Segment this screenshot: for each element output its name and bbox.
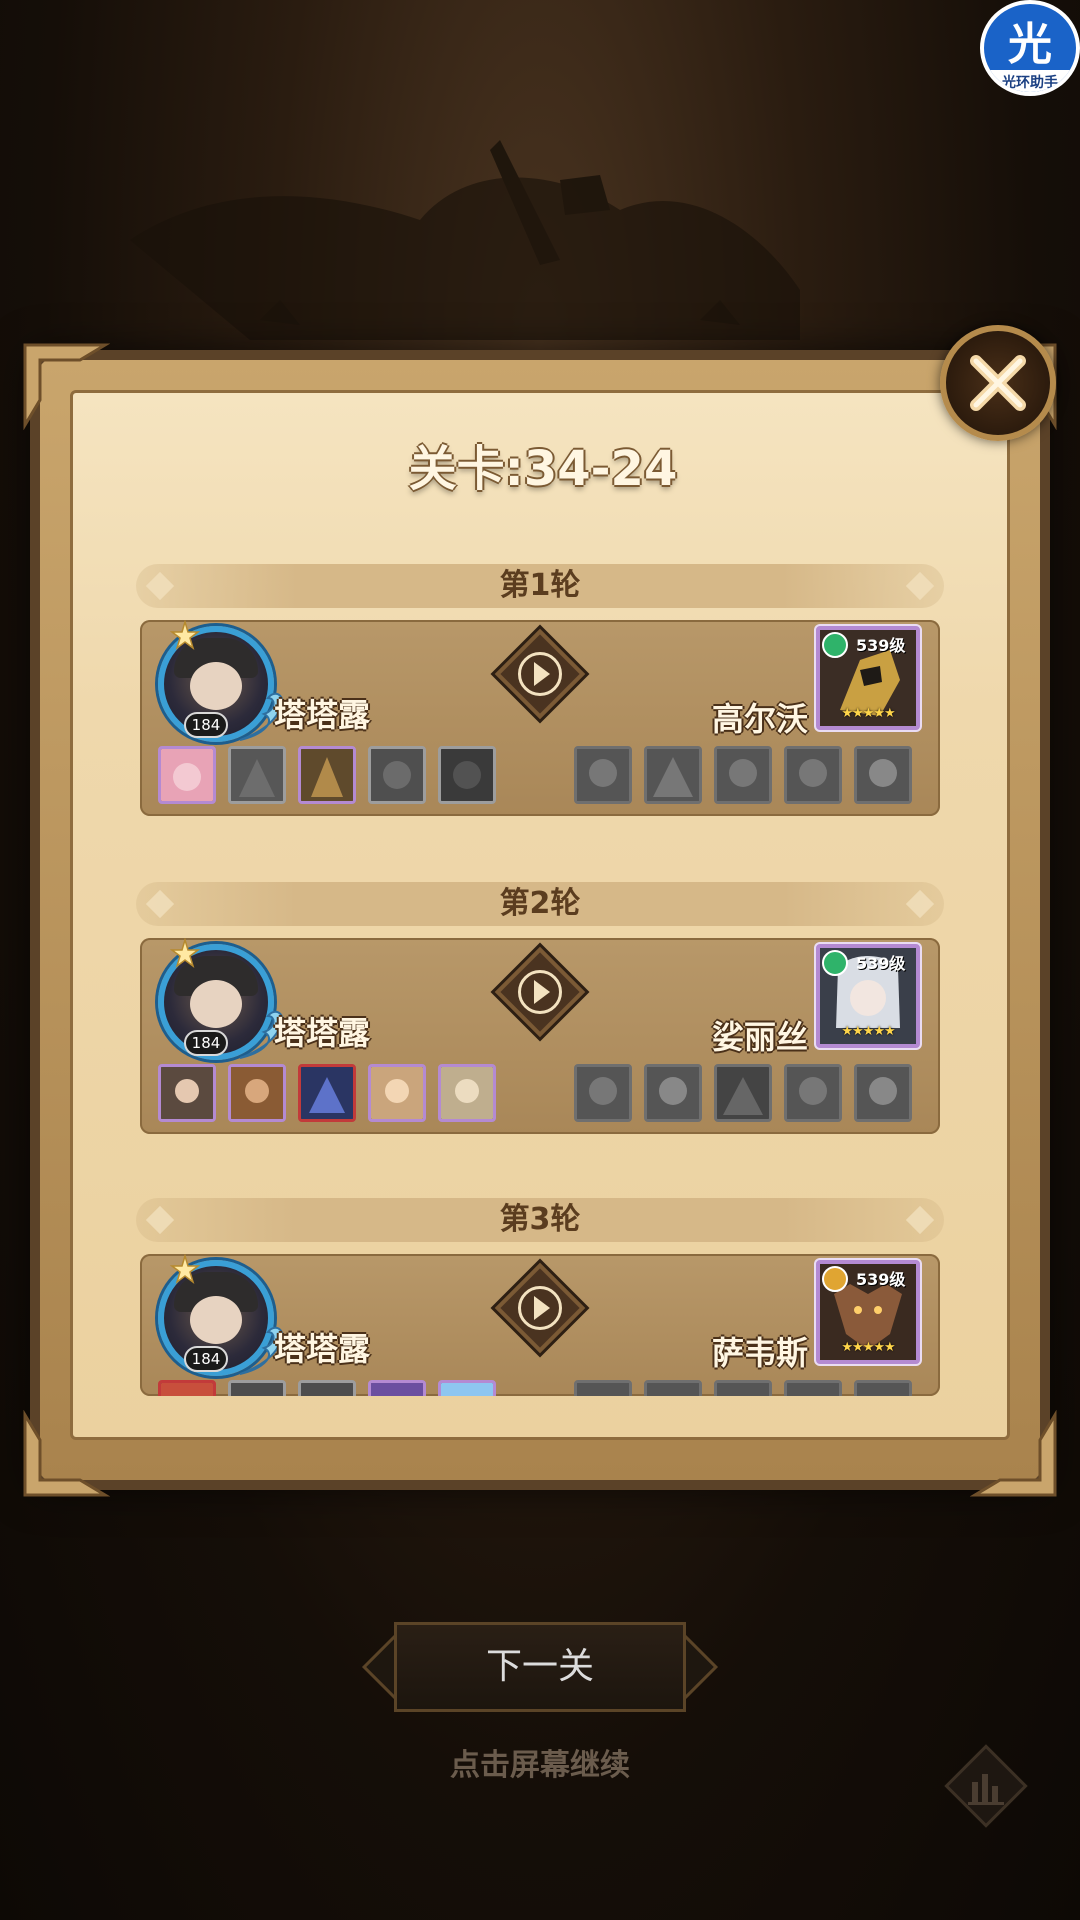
enemy-hero-1[interactable] — [574, 746, 632, 804]
play-icon — [534, 980, 550, 1004]
enemy-hero-3[interactable] — [714, 1380, 772, 1396]
next-stage-button[interactable]: 下一关 — [361, 1622, 719, 1712]
star-icon — [170, 938, 200, 968]
enemy-hero-5[interactable] — [854, 1380, 912, 1396]
corner-ornament-top-left — [20, 340, 111, 431]
stage-title: 关卡:34-24 — [408, 441, 678, 497]
close-icon — [970, 355, 1026, 411]
faction-badge-icon — [822, 632, 848, 658]
star-icon — [170, 620, 200, 650]
boss-stars: ★★★★★ — [841, 1024, 895, 1039]
next-stage-label: 下一关 — [485, 1646, 594, 1687]
player-hero-5[interactable] — [438, 1380, 496, 1396]
tap-to-continue-hint[interactable]: 点击屏幕继续 — [0, 1740, 1080, 1784]
player-hero-1[interactable] — [158, 1064, 216, 1122]
enemy-hero-3[interactable] — [714, 746, 772, 804]
stats-icon[interactable] — [938, 1738, 1034, 1834]
corner-ornament-bottom-right — [969, 1409, 1060, 1500]
watermark-text: 光环助手 — [984, 70, 1076, 92]
faction-badge-icon — [822, 1266, 848, 1292]
round-3-header: 第3轮 — [136, 1198, 944, 1242]
enemy-hero-4[interactable] — [784, 1380, 842, 1396]
round-3-label: 第3轮 — [499, 1202, 581, 1237]
faction-badge-icon — [822, 950, 848, 976]
enemy-hero-4[interactable] — [784, 1064, 842, 1122]
player-name: 塔塔露 — [274, 1330, 371, 1368]
play-icon — [534, 662, 550, 686]
boss-portrait[interactable]: 539级 ★★★★★ — [816, 626, 920, 730]
player-hero-4[interactable] — [368, 1064, 426, 1122]
round-1-header: 第1轮 — [136, 564, 944, 608]
round-1-label: 第1轮 — [499, 568, 581, 603]
enemy-hero-2[interactable] — [644, 1064, 702, 1122]
player-hero-3[interactable] — [298, 746, 356, 804]
boss-level: 539级 — [856, 954, 906, 973]
boss-stars: ★★★★★ — [841, 706, 895, 721]
boss-stars: ★★★★★ — [841, 1340, 895, 1355]
boss-level: 539级 — [856, 636, 906, 655]
player-hero-2[interactable] — [228, 1380, 286, 1396]
close-button[interactable] — [940, 325, 1056, 441]
player-level-badge: 184 — [184, 1346, 228, 1372]
player-hero-3[interactable] — [298, 1064, 356, 1122]
enemy-hero-1[interactable] — [574, 1064, 632, 1122]
boss-portrait[interactable]: 539级 ★★★★★ — [816, 944, 920, 1048]
player-hero-2[interactable] — [228, 746, 286, 804]
round-3-replay-button[interactable] — [494, 1262, 586, 1354]
player-hero-3[interactable] — [298, 1380, 356, 1396]
player-hero-1[interactable] — [158, 1380, 216, 1396]
player-name: 塔塔露 — [274, 696, 371, 734]
player-hero-4[interactable] — [368, 746, 426, 804]
boss-name: 高尔沃 — [711, 700, 808, 738]
round-2-replay-button[interactable] — [494, 946, 586, 1038]
enemy-hero-5[interactable] — [854, 746, 912, 804]
round-1-replay-button[interactable] — [494, 628, 586, 720]
round-3-card: 184 塔塔露 萨韦斯 539级 ★★★★★ — [140, 1254, 940, 1396]
watermark-logo: 光 光环助手 — [980, 0, 1080, 96]
boss-level: 539级 — [856, 1270, 906, 1289]
player-level-badge: 184 — [184, 1030, 228, 1056]
play-icon — [534, 1296, 550, 1320]
enemy-hero-4[interactable] — [784, 746, 842, 804]
player-hero-2[interactable] — [228, 1064, 286, 1122]
player-name: 塔塔露 — [274, 1014, 371, 1052]
star-icon — [170, 1254, 200, 1284]
round-2-label: 第2轮 — [499, 886, 581, 921]
corner-ornament-bottom-left — [20, 1409, 111, 1500]
watermark-char: 光 — [1008, 19, 1052, 70]
enemy-hero-1[interactable] — [574, 1380, 632, 1396]
enemy-hero-3[interactable] — [714, 1064, 772, 1122]
boss-name: 娑丽丝 — [711, 1018, 808, 1056]
boss-name: 萨韦斯 — [711, 1334, 808, 1372]
round-1-card: 184 塔塔露 高尔沃 539级 ★★★★★ — [140, 620, 940, 816]
enemy-hero-2[interactable] — [644, 1380, 702, 1396]
player-level-badge: 184 — [184, 712, 228, 738]
round-2-header: 第2轮 — [136, 882, 944, 926]
player-hero-5[interactable] — [438, 746, 496, 804]
enemy-hero-2[interactable] — [644, 746, 702, 804]
boss-portrait[interactable]: 539级 ★★★★★ — [816, 1260, 920, 1364]
player-hero-4[interactable] — [368, 1380, 426, 1396]
player-hero-5[interactable] — [438, 1064, 496, 1122]
enemy-hero-5[interactable] — [854, 1064, 912, 1122]
round-2-card: 184 塔塔露 娑丽丝 539级 ★★★★★ — [140, 938, 940, 1134]
player-hero-1[interactable] — [158, 746, 216, 804]
